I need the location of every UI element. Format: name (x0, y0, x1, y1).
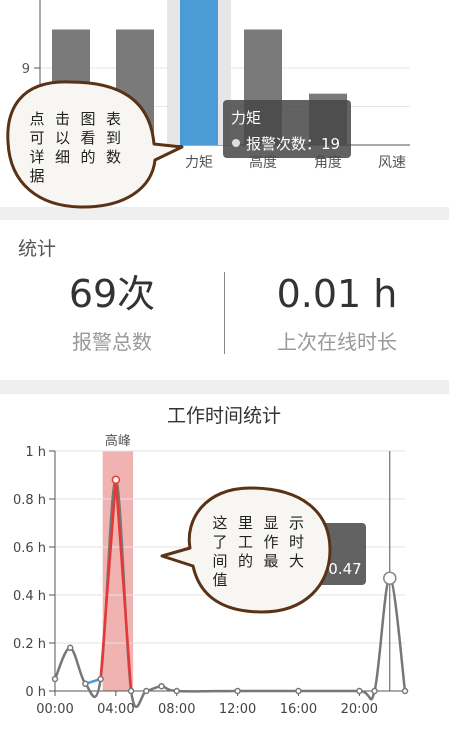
work-y-tick-label: 0.8 h (13, 493, 46, 508)
work-point[interactable] (97, 675, 104, 683)
work-time-chart[interactable]: 工作时间统计高峰 1 h 0.8 h 0.6 h 0.4 h 0.2 h 0 h 00:00 0… (0, 394, 449, 733)
work-point[interactable] (51, 675, 59, 683)
work-y-tick-label: 0.4 h (13, 589, 46, 604)
stats-title: 统计 (18, 238, 57, 260)
bar-category-label: 力矩 (185, 155, 213, 171)
work-x-tick-label: 16:00 (280, 702, 317, 717)
work-point[interactable] (356, 687, 363, 695)
work-point[interactable] (158, 682, 165, 690)
bar-2[interactable] (180, 0, 218, 145)
alarm-total-value: 69次 (68, 272, 156, 316)
alarm-bar-chart[interactable]: 96力矩 高度 角度 风速力矩报警次数：19 (0, 0, 449, 207)
work-tooltip-value: 0.47 (328, 560, 361, 578)
bar-y-tick-label: 9 (22, 62, 30, 77)
work-y-tick-label: 0.6 h (13, 541, 46, 556)
work-chart-title: 工作时间统计 (167, 405, 281, 427)
section-divider (0, 380, 449, 394)
section-divider (0, 207, 449, 220)
work-x-tick-label: 08:00 (158, 702, 195, 717)
work-y-tick-label: 0.2 h (13, 637, 46, 652)
last-online-stat: 0.01 h 上次在线时长 (225, 268, 449, 355)
bar-tooltip-item: 报警次数：19 (246, 135, 340, 153)
work-cursor-point[interactable] (383, 571, 397, 585)
last-online-value: 0.01 h (276, 272, 398, 316)
alarm-total-label: 报警总数 (72, 330, 152, 354)
work-point[interactable] (401, 687, 409, 695)
work-tooltip: 0.47 (280, 523, 366, 585)
bar-y-tick-label: 6 (22, 101, 30, 116)
work-x-tick-label: 00:00 (36, 702, 73, 717)
work-point[interactable] (127, 687, 135, 695)
work-x-tick-label: 12:00 (219, 702, 256, 717)
stats-section: 统计 69次 报警总数 0.01 h 上次在线时长 (0, 220, 449, 380)
work-point[interactable] (234, 687, 241, 695)
peak-label: 高峰 (105, 433, 131, 449)
work-point[interactable] (111, 475, 121, 485)
bar-0[interactable] (52, 29, 90, 146)
work-point[interactable] (295, 687, 302, 695)
bar-tooltip-title: 力矩 (231, 109, 261, 127)
bar-1[interactable] (116, 29, 154, 146)
work-point[interactable] (66, 644, 74, 652)
work-time-section: 工作时间统计高峰 1 h 0.8 h 0.6 h 0.4 h 0.2 h 0 h 00:00 0… (0, 394, 449, 733)
work-point[interactable] (143, 687, 150, 695)
bar-tooltip: 力矩报警次数：19 (223, 100, 351, 158)
last-online-label: 上次在线时长 (277, 330, 397, 354)
bar-category-label: 风速 (378, 155, 406, 171)
alarm-total-stat: 69次 报警总数 (0, 268, 224, 355)
work-y-tick-label: 0 h (25, 685, 46, 700)
work-point[interactable] (82, 680, 89, 688)
work-y-tick-label: 1 h (25, 445, 46, 460)
alarm-bar-chart-section: 9 6 力矩 高度 角度 风速 力矩 报警次数：19 (0, 0, 449, 207)
work-point[interactable] (371, 687, 378, 695)
work-point[interactable] (173, 687, 180, 695)
work-x-tick-label: 04:00 (97, 702, 134, 717)
work-x-tick-label: 20:00 (341, 702, 378, 717)
